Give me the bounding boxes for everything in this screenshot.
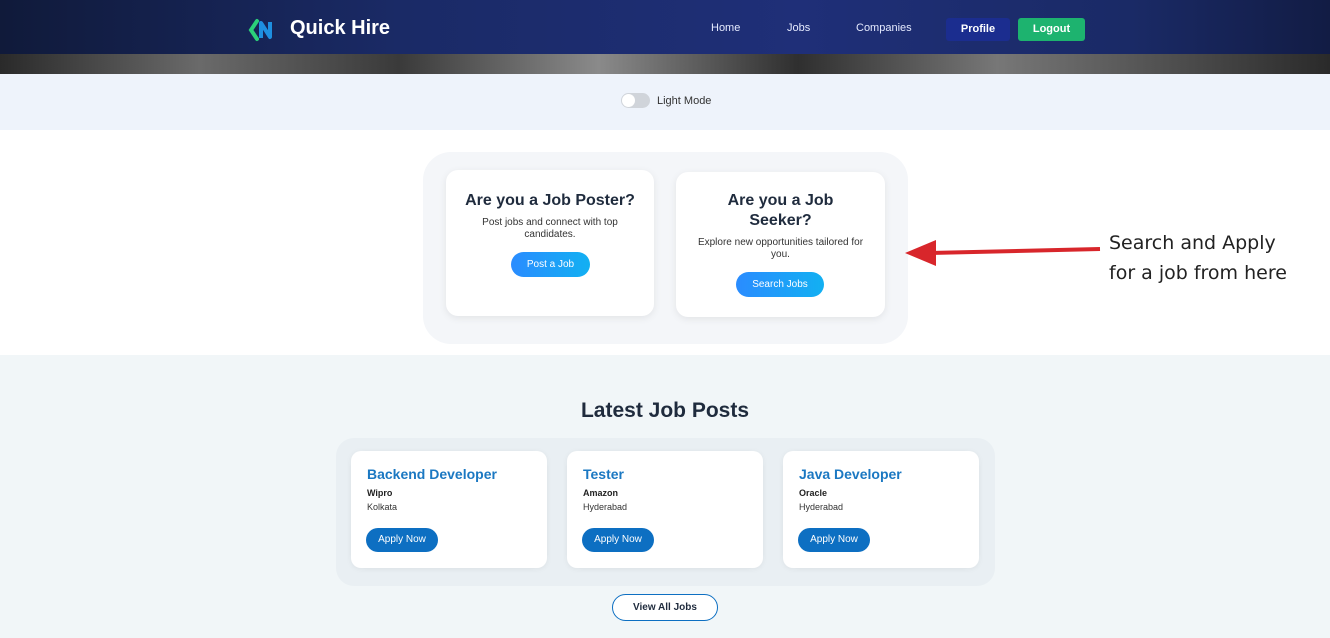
job-company: Oracle [799,488,828,498]
apply-now-button[interactable]: Apply Now [582,528,654,552]
apply-now-button[interactable]: Apply Now [798,528,870,552]
job-location: Kolkata [367,502,398,512]
annotation-line-1: Search and Apply [1109,232,1276,254]
job-seeker-title: Are you a Job Seeker? [727,192,834,229]
quick-hire-logo-icon[interactable] [248,18,278,42]
top-navbar: Quick Hire Home Jobs Companies Profile L… [0,0,1330,74]
job-card[interactable]: Java Developer Oracle Hyderabad Apply No… [783,451,979,568]
brand-name[interactable]: Quick Hire [290,17,390,40]
nav-home-link[interactable]: Home [711,22,740,34]
page: Quick Hire Home Jobs Companies Profile L… [0,0,1330,638]
annotation-line-2: for a job from here [1109,262,1287,284]
latest-jobs-heading: Latest Job Posts [580,399,750,422]
job-location: Hyderabad [799,502,844,512]
toggle-knob [622,94,635,107]
profile-button[interactable]: Profile [946,18,1010,41]
light-mode-label: Light Mode [657,95,712,107]
job-title[interactable]: Tester [583,466,624,482]
apply-now-button[interactable]: Apply Now [366,528,438,552]
annotation-text: Search and Apply for a job from here [1109,228,1287,288]
job-title[interactable]: Backend Developer [367,466,497,482]
job-poster-card: Are you a Job Poster? Post jobs and conn… [446,170,654,316]
job-company: Wipro [367,488,393,498]
nav-companies-link[interactable]: Companies [856,22,912,34]
search-jobs-button[interactable]: Search Jobs [736,272,824,297]
job-poster-title: Are you a Job Poster? [465,192,635,209]
job-card[interactable]: Tester Amazon Hyderabad Apply Now [567,451,763,568]
job-title[interactable]: Java Developer [799,466,902,482]
job-poster-description: Post jobs and connect with top candidate… [482,217,618,240]
header-banner-image [0,54,1330,74]
annotation-arrow-icon [905,240,1101,266]
job-seeker-description: Explore new opportunities tailored for y… [697,237,864,260]
post-a-job-button[interactable]: Post a Job [511,252,590,277]
job-card[interactable]: Backend Developer Wipro Kolkata Apply No… [351,451,547,568]
job-seeker-card: Are you a Job Seeker? Explore new opport… [676,172,885,317]
nav-jobs-link[interactable]: Jobs [787,22,810,34]
job-location: Hyderabad [583,502,628,512]
light-mode-toggle[interactable] [621,93,650,108]
logout-button[interactable]: Logout [1018,18,1085,41]
job-company: Amazon [583,488,619,498]
view-all-jobs-button[interactable]: View All Jobs [612,594,718,621]
